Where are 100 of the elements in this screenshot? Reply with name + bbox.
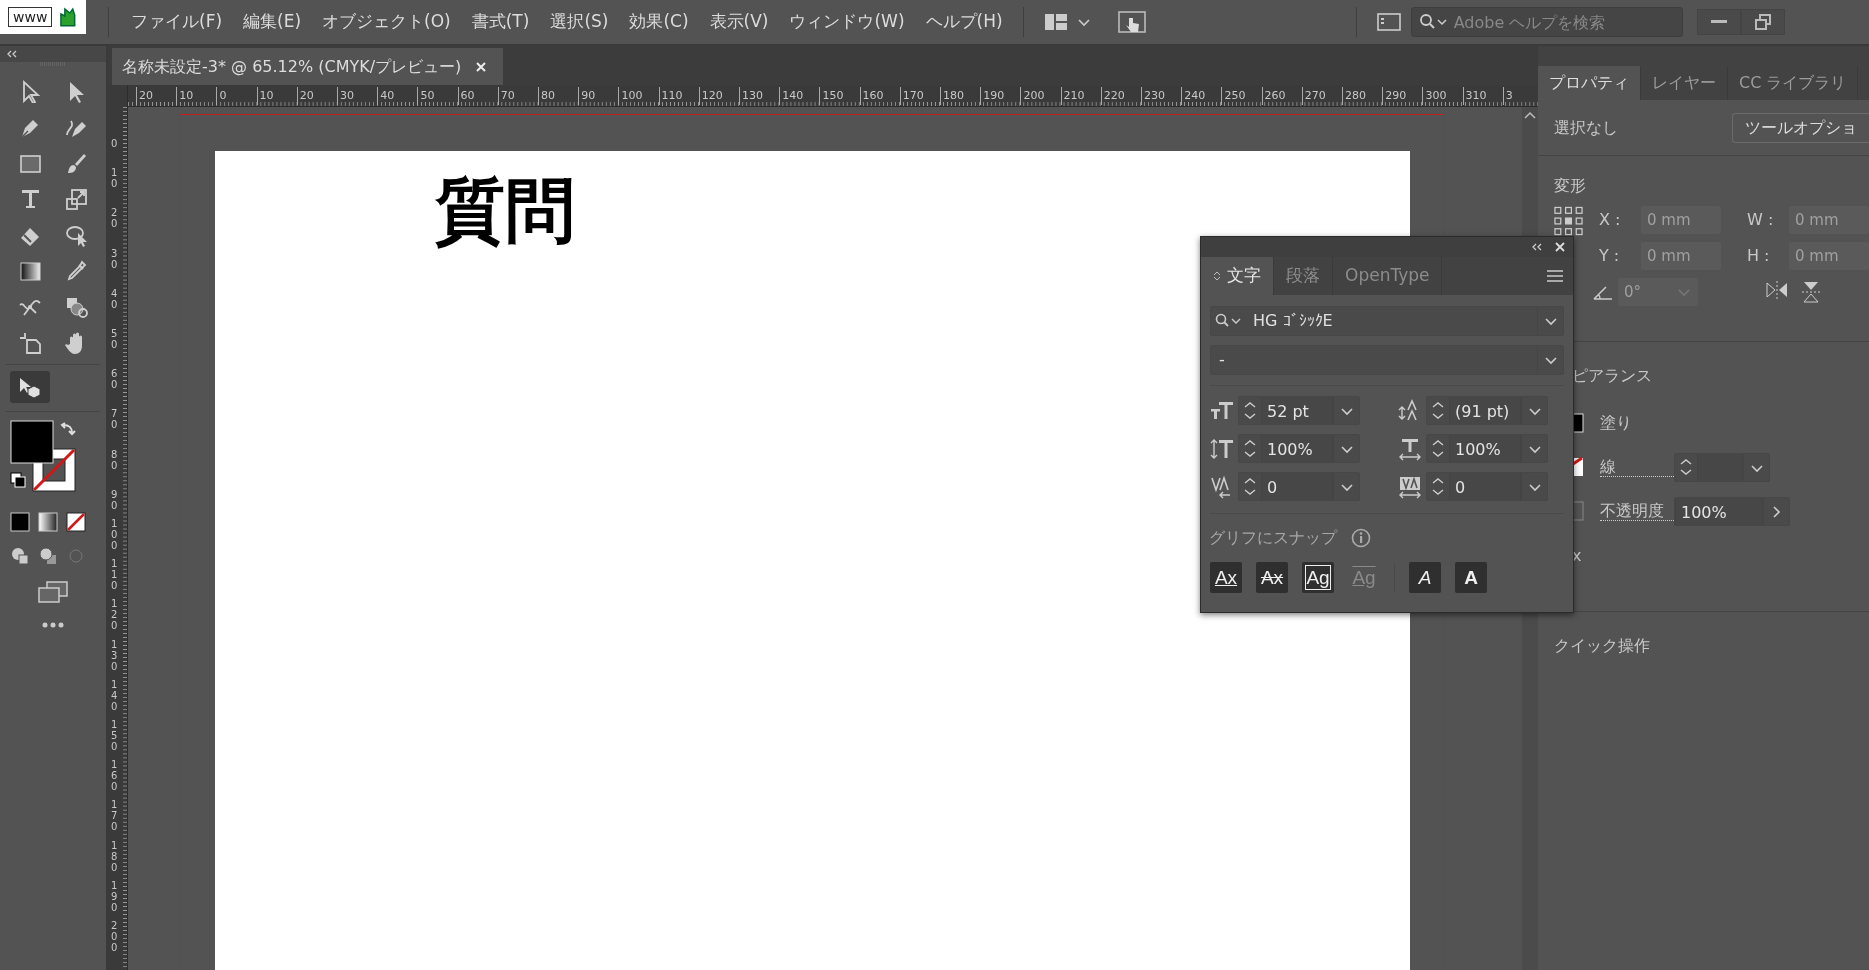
ruler-label: 3: [1502, 87, 1513, 105]
ruler-label: 20: [111, 207, 118, 230]
document-tab[interactable]: 名称未設定-3* @ 65.12% (CMYK/プレビュー): [112, 48, 503, 85]
close-icon[interactable]: [475, 60, 488, 73]
collapse-icon[interactable]: [6, 50, 18, 58]
tracking-icon: [1398, 474, 1422, 499]
number-field[interactable]: 100%: [1426, 434, 1548, 463]
ruler-label: 70: [111, 408, 118, 431]
restore-icon: [1754, 14, 1771, 30]
number-field[interactable]: 0: [1426, 472, 1548, 501]
gradient-icon[interactable]: [18, 259, 42, 283]
snap-toggle[interactable]: A: [1455, 562, 1487, 593]
ruler-label: 310: [1462, 87, 1487, 105]
font-style-dropdown[interactable]: -: [1210, 345, 1564, 375]
gradient-mode-icon[interactable]: [36, 510, 60, 534]
menu-item[interactable]: 効果(C): [629, 9, 689, 35]
ruler-label: 10: [176, 87, 194, 105]
number-field[interactable]: 0: [1238, 472, 1360, 501]
menu-item[interactable]: 選択(S): [550, 9, 609, 35]
ruler-label: 20: [136, 87, 153, 105]
ruler-label: 60: [111, 368, 118, 391]
snap-toggle[interactable]: Ag: [1302, 562, 1334, 593]
number-field[interactable]: 100%: [1238, 434, 1360, 463]
info-icon[interactable]: [1351, 528, 1371, 548]
menu-item[interactable]: 編集(E): [243, 9, 302, 35]
menu-item[interactable]: ファイル(F): [131, 9, 223, 35]
ruler-label: 210: [1060, 87, 1085, 105]
lasso-icon[interactable]: [64, 223, 88, 247]
ruler-label: 150: [111, 719, 118, 752]
selection-status: 選択なし: [1554, 116, 1618, 139]
menu-item[interactable]: ヘルプ(H): [925, 9, 1003, 35]
ruler-label: 10: [256, 87, 274, 105]
ruler-label: 250: [1221, 87, 1246, 105]
ruler-label: 30: [337, 87, 354, 105]
field-label: Y :: [1599, 245, 1621, 267]
ruler-label: 30: [111, 247, 118, 270]
ruler-label: 130: [739, 87, 763, 105]
scroll-up-icon[interactable]: [1524, 111, 1536, 119]
number-field[interactable]: (91 pt): [1426, 396, 1548, 425]
shape-select-button[interactable]: [10, 371, 50, 403]
ruler-label: 150: [819, 87, 844, 105]
ruler-label: 190: [111, 879, 118, 913]
font-family-dropdown[interactable]: HG ｺﾞｼｯｸE: [1210, 306, 1564, 336]
ruler-label: 280: [1342, 87, 1366, 105]
restore-button[interactable]: [1740, 9, 1785, 35]
angle-icon: [1592, 283, 1614, 301]
screen-mode-icon[interactable]: [37, 580, 69, 604]
snap-toggle[interactable]: Ax: [1210, 562, 1242, 593]
close-icon[interactable]: [1555, 242, 1565, 252]
flip-horizontal-icon[interactable]: [1766, 281, 1788, 299]
panel-icon[interactable]: [1376, 12, 1401, 32]
ruler-label: 110: [658, 87, 683, 105]
touch-screen-icon[interactable]: [1117, 10, 1146, 34]
flip-vertical-icon[interactable]: [1802, 281, 1820, 303]
ruler-label: 270: [1301, 87, 1326, 105]
shape-builder-icon[interactable]: [64, 295, 88, 319]
ruler-label: 200: [111, 920, 118, 953]
ruler-label: 50: [111, 328, 118, 350]
swap-icon[interactable]: [60, 422, 76, 436]
menu-icon[interactable]: [1547, 270, 1563, 282]
menu-item[interactable]: オブジェクト(O): [322, 9, 451, 35]
field-value: 0: [1449, 473, 1521, 500]
menu-item[interactable]: 書式(T): [471, 9, 530, 35]
default-colors-icon[interactable]: [10, 472, 26, 488]
ruler-label: 60: [457, 87, 475, 105]
field-value: 52 pt: [1261, 397, 1333, 424]
menu-item[interactable]: ウィンドウ(W): [789, 9, 905, 35]
ruler-label: 230: [1141, 87, 1165, 105]
artboard-icon[interactable]: [18, 331, 42, 355]
ruler-label: 220: [1100, 87, 1125, 105]
section-title: 変形: [1554, 175, 1587, 197]
menu-item[interactable]: 表示(V): [709, 9, 769, 35]
ruler-label: 260: [1261, 87, 1286, 105]
angle-value: 0°: [1624, 281, 1642, 303]
layout-icon[interactable]: [1043, 13, 1068, 31]
ruler-label: 130: [111, 638, 118, 672]
ruler-label: 70: [497, 87, 515, 105]
panel-tab[interactable]: 文字: [1201, 257, 1274, 295]
scale-icon[interactable]: [64, 187, 88, 211]
stroke-weight-field[interactable]: [1674, 452, 1770, 482]
tool-options-button[interactable]: ツールオプショ: [1732, 112, 1869, 143]
opacity-field[interactable]: 100%: [1674, 496, 1790, 526]
arrow-cube-icon: [17, 376, 43, 398]
fill-swatch[interactable]: [10, 420, 54, 464]
fill-swatch[interactable]: [1572, 412, 1584, 434]
color-mode-icon[interactable]: [8, 510, 32, 534]
more-icon[interactable]: [42, 622, 64, 628]
ruler-label: 120: [698, 87, 723, 105]
number-field[interactable]: 52 pt: [1238, 396, 1360, 425]
minimize-button[interactable]: [1696, 9, 1741, 35]
panel-tab[interactable]: プロパティ: [1538, 66, 1641, 100]
collapse-icon[interactable]: [1531, 243, 1543, 251]
reference-point-icon[interactable]: [1554, 206, 1583, 236]
search-field[interactable]: Adobe ヘルプを検索: [1410, 7, 1683, 37]
opacity-value: 100%: [1675, 497, 1763, 525]
none-mode-icon[interactable]: [64, 510, 88, 534]
snap-toggle[interactable]: A: [1409, 562, 1441, 593]
snap-toggle[interactable]: Ax: [1256, 562, 1288, 593]
field-value: (91 pt): [1449, 397, 1521, 424]
artboard-heading: 質問: [435, 173, 576, 250]
